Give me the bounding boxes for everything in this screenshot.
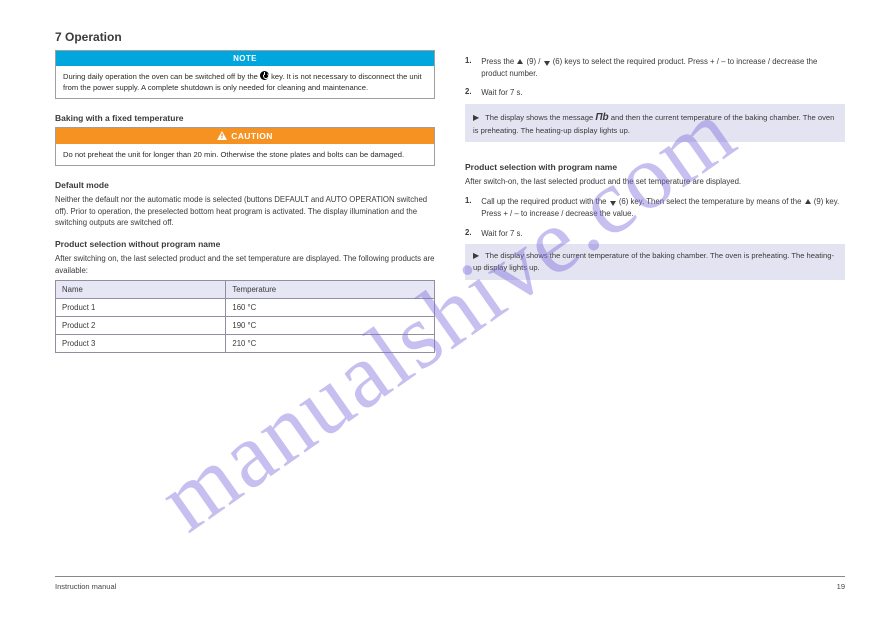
default-mode-text: Neither the default nor the automatic mo… xyxy=(55,194,435,229)
arrow-up-icon xyxy=(517,59,523,64)
warning-triangle-icon xyxy=(217,131,227,140)
step-text: Press the (9) / (6) keys to select the r… xyxy=(481,56,843,79)
step-text: Call up the required product with the (6… xyxy=(481,196,843,219)
section-heading: 7 Operation xyxy=(55,30,435,44)
note-header: NOTE xyxy=(56,51,434,66)
step-text: Wait for 7 s. xyxy=(481,87,843,99)
proc2-heading: Product selection with program name xyxy=(465,162,845,172)
procedure-step: 2. Wait for 7 s. xyxy=(465,228,845,240)
right-column: 1. Press the (9) / (6) keys to select th… xyxy=(465,28,845,584)
product-sel-heading: Product selection without program name xyxy=(55,239,435,249)
cell-temp: 160 °C xyxy=(226,299,435,317)
table-row: Product 1 160 °C xyxy=(56,299,435,317)
text-fragment: Press the xyxy=(481,57,516,66)
caution-header: CAUTION xyxy=(56,128,434,144)
product-sel-text: After switching on, the last selected pr… xyxy=(55,253,435,276)
caution-label: CAUTION xyxy=(231,131,273,141)
text-fragment: (9) / xyxy=(524,57,542,66)
step-number: 2. xyxy=(465,87,479,96)
note-body: During daily operation the oven can be s… xyxy=(56,66,434,98)
step-number: 1. xyxy=(465,196,479,205)
display-glyph: Пb xyxy=(595,112,608,123)
arrow-up-icon xyxy=(805,199,811,204)
procedure-step: 1. Press the (9) / (6) keys to select th… xyxy=(465,56,845,79)
step-number: 1. xyxy=(465,56,479,65)
result-text-1: ▶The display shows the message xyxy=(473,113,595,122)
default-mode-heading: Default mode xyxy=(55,180,435,190)
col-header-temp: Temperature xyxy=(226,281,435,299)
text-fragment: (6) key. Then select the temperature by … xyxy=(617,197,804,206)
caution-body: Do not preheat the unit for longer than … xyxy=(56,144,434,165)
arrow-down-icon xyxy=(610,201,616,206)
cell-product: Product 2 xyxy=(56,317,226,335)
result-arrow-icon: ▶ xyxy=(473,251,479,260)
cell-product: Product 1 xyxy=(56,299,226,317)
step-number: 2. xyxy=(465,228,479,237)
cell-temp: 210 °C xyxy=(226,335,435,353)
result-text: The display shows the current temperatur… xyxy=(473,251,834,272)
power-icon xyxy=(260,71,269,80)
caution-box: CAUTION Do not preheat the unit for long… xyxy=(55,127,435,166)
procedure-step: 2. Wait for 7 s. xyxy=(465,87,845,99)
page-content: 7 Operation NOTE During daily operation … xyxy=(55,28,845,584)
procedure-result: ▶The display shows the message Пb and th… xyxy=(465,104,845,142)
cell-temp: 190 °C xyxy=(226,317,435,335)
procedure-result: ▶The display shows the current temperatu… xyxy=(465,244,845,279)
arrow-down-icon xyxy=(544,61,550,66)
cell-product: Product 3 xyxy=(56,335,226,353)
table-row: Product 3 210 °C xyxy=(56,335,435,353)
proc2-intro: After switch-on, the last selected produ… xyxy=(465,176,845,188)
table-header-row: Name Temperature xyxy=(56,281,435,299)
col-header-name: Name xyxy=(56,281,226,299)
procedure-step: 1. Call up the required product with the… xyxy=(465,196,845,219)
note-text-1: During daily operation the oven can be s… xyxy=(63,72,260,81)
left-column: 7 Operation NOTE During daily operation … xyxy=(55,28,435,584)
baking-heading: Baking with a fixed temperature xyxy=(55,113,435,123)
note-box: NOTE During daily operation the oven can… xyxy=(55,50,435,99)
step-text: Wait for 7 s. xyxy=(481,228,843,240)
table-row: Product 2 190 °C xyxy=(56,317,435,335)
product-table: Name Temperature Product 1 160 °C Produc… xyxy=(55,280,435,353)
text-fragment: Call up the required product with the xyxy=(481,197,608,206)
